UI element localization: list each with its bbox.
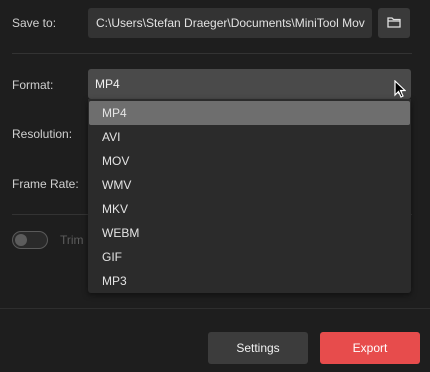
format-option-mp4[interactable]: MP4: [89, 101, 410, 125]
trim-toggle[interactable]: [12, 231, 48, 249]
format-option-avi[interactable]: AVI: [89, 125, 410, 149]
format-select[interactable]: MP4: [88, 69, 411, 99]
mouse-cursor-icon: [394, 79, 407, 101]
format-option-mov[interactable]: MOV: [89, 149, 410, 173]
settings-button[interactable]: Settings: [208, 332, 308, 364]
frame-rate-label: Frame Rate:: [12, 177, 79, 191]
format-selected-value: MP4: [95, 77, 120, 91]
format-label: Format:: [12, 78, 54, 92]
format-option-wmv[interactable]: WMV: [89, 173, 410, 197]
format-option-webm[interactable]: WEBM: [89, 221, 410, 245]
format-option-mkv[interactable]: MKV: [89, 197, 410, 221]
format-option-mp3[interactable]: MP3: [89, 269, 410, 293]
resolution-label: Resolution:: [12, 127, 73, 141]
divider: [12, 53, 412, 54]
folder-icon: [387, 16, 401, 31]
export-button[interactable]: Export: [320, 332, 420, 364]
footer-divider: [0, 308, 430, 309]
save-path-field[interactable]: C:\Users\Stefan Draeger\Documents\MiniTo…: [88, 8, 372, 38]
trim-label: Trim: [60, 233, 84, 247]
browse-folder-button[interactable]: [378, 8, 410, 38]
format-dropdown-list: MP4 AVI MOV WMV MKV WEBM GIF MP3: [88, 99, 411, 293]
toggle-knob: [15, 234, 27, 246]
save-to-label: Save to:: [12, 16, 57, 30]
format-option-gif[interactable]: GIF: [89, 245, 410, 269]
